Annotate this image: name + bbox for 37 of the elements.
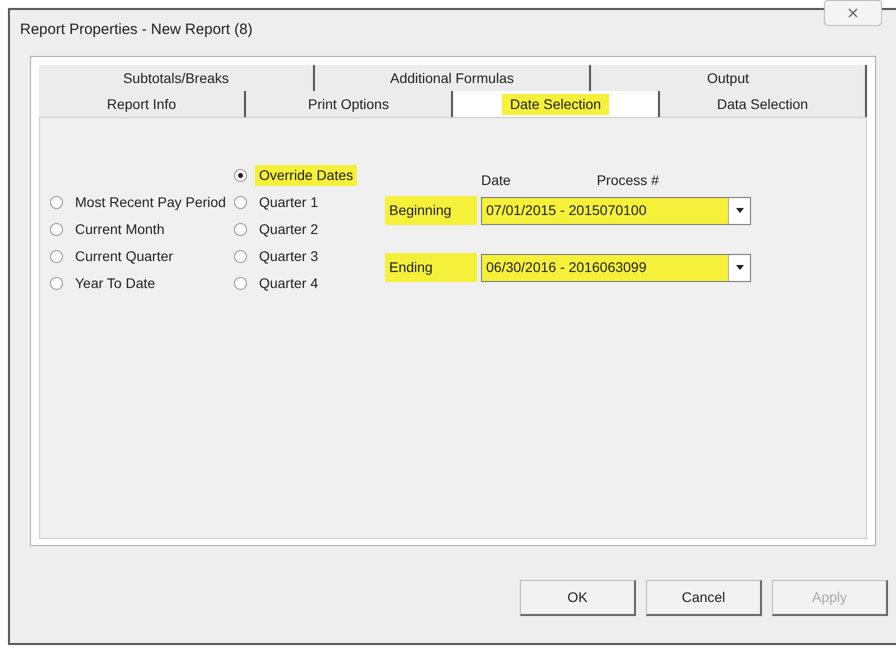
dropdown-arrow-icon	[736, 208, 744, 213]
radio-label: Quarter 4	[258, 274, 320, 293]
tab[interactable]: Print Options	[246, 91, 453, 117]
radio-button[interactable]	[234, 250, 247, 263]
dropdown-arrow-icon	[736, 265, 744, 270]
radio-label: Year To Date	[74, 274, 156, 293]
radio-label: Most Recent Pay Period	[74, 193, 227, 212]
close-button[interactable]	[824, 0, 882, 26]
radio-label: Current Quarter	[74, 247, 174, 266]
dialog-button[interactable]: OK	[520, 580, 636, 616]
radio-button[interactable]	[50, 196, 63, 209]
close-icon	[848, 8, 858, 18]
tab[interactable]: Additional Formulas	[315, 65, 591, 91]
field-label: Ending	[385, 253, 478, 282]
radio-button[interactable]	[234, 223, 247, 236]
radio-button[interactable]	[50, 223, 63, 236]
tab[interactable]: Output	[591, 65, 867, 91]
radio-button[interactable]	[50, 277, 63, 290]
window-title: Report Properties - New Report (8)	[20, 20, 253, 40]
radio-label: Quarter 3	[258, 247, 320, 266]
tab[interactable]: Subtotals/Breaks	[39, 65, 315, 91]
dialog-button[interactable]: Cancel	[646, 580, 762, 616]
tab[interactable]: Report Info	[39, 91, 246, 117]
radio-label: Current Month	[74, 220, 166, 239]
radio-button[interactable]	[234, 196, 247, 209]
radio-button[interactable]	[234, 277, 247, 290]
tab[interactable]: Data Selection	[660, 91, 867, 117]
date-dropdown[interactable]: 07/01/2015 - 2015070100	[481, 196, 752, 224]
radio-label: Override Dates	[254, 165, 358, 186]
column-header: Date	[481, 171, 511, 190]
radio-button[interactable]	[234, 169, 247, 182]
radio-label: Quarter 1	[258, 193, 320, 212]
radio-label: Quarter 2	[258, 220, 320, 239]
column-header: Process #	[596, 171, 659, 190]
field-label: Beginning	[385, 196, 478, 225]
radio-button[interactable]	[50, 250, 63, 263]
date-dropdown[interactable]: 06/30/2016 - 2016063099	[481, 254, 752, 282]
